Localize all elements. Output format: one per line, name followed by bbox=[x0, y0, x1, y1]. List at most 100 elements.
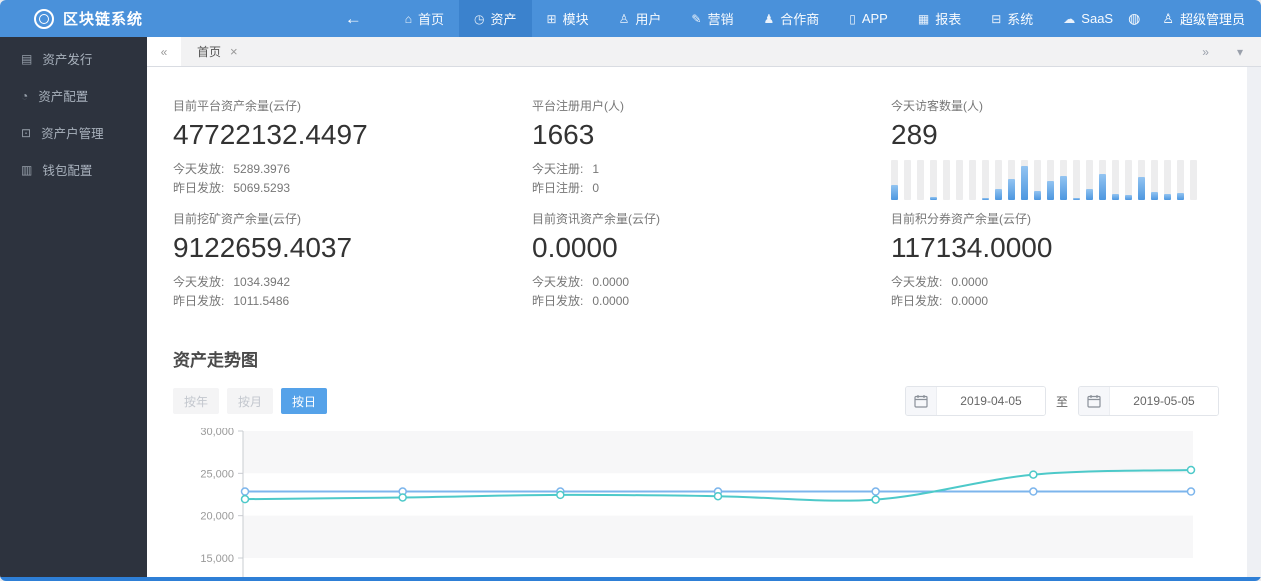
svg-text:25,000: 25,000 bbox=[200, 468, 234, 480]
visitor-bar bbox=[1021, 160, 1028, 200]
stat-card-visitors-today: 今天访客数量(人) 289 bbox=[891, 97, 1247, 210]
sidebar-item-asset-account[interactable]: ⊡ 资产户管理 bbox=[0, 114, 147, 151]
visitor-bar bbox=[1190, 160, 1197, 200]
sidebar-item-wallet-config[interactable]: ▥ 钱包配置 bbox=[0, 151, 147, 188]
stat-label: 平台注册用户(人) bbox=[532, 99, 624, 113]
visitor-bar bbox=[891, 160, 898, 200]
sidebar-item-asset-issue[interactable]: ▤ 资产发行 bbox=[0, 40, 147, 77]
window-icon: ⊟ bbox=[991, 11, 1002, 26]
nav-item-saas[interactable]: ☁ SaaS bbox=[1048, 0, 1128, 37]
top-nav: 区块链系统 ← ⌂ 首页 ◷ 资产 ⊞ 模块 ♙ 用户 ✎ 营销 ♟ 合作商 ▯ APP ▦ 报… bbox=[0, 0, 1261, 37]
asset-config-icon: ◔ bbox=[21, 88, 29, 103]
back-arrow-icon[interactable]: ← bbox=[345, 9, 362, 29]
visitor-bar bbox=[1151, 160, 1158, 200]
range-button-day[interactable]: 按日 bbox=[281, 388, 327, 414]
asset-issue-icon: ▤ bbox=[21, 51, 33, 66]
nav-item-label: APP bbox=[861, 11, 888, 26]
tab-bar-controls: » ▾ bbox=[1202, 45, 1261, 59]
svg-text:15,000: 15,000 bbox=[200, 553, 234, 565]
visitor-bar bbox=[917, 160, 924, 200]
app-title: 区块链系统 bbox=[63, 11, 144, 28]
nav-item-marketing[interactable]: ✎ 营销 bbox=[676, 0, 748, 37]
stat-value: 47722132.4497 bbox=[173, 119, 368, 150]
visitor-bar bbox=[1112, 160, 1119, 200]
people-icon: ♟ bbox=[763, 11, 775, 26]
stat-label: 目前挖矿资产余量(云仔) bbox=[173, 212, 301, 226]
calendar-icon[interactable] bbox=[905, 387, 937, 415]
app-logo-icon bbox=[34, 8, 54, 29]
visitor-bar bbox=[1047, 160, 1054, 200]
stat-card-registered-users: 平台注册用户(人) 1663 今天注册: 1 昨日注册: 0 bbox=[532, 97, 891, 210]
nav-item-label: 用户 bbox=[635, 12, 662, 27]
calendar-icon[interactable] bbox=[1079, 387, 1110, 415]
phone-icon: ▯ bbox=[849, 11, 856, 26]
date-to-group bbox=[1078, 386, 1219, 416]
stat-value: 0.0000 bbox=[532, 232, 618, 263]
stat-card-mining-balance: 目前挖矿资产余量(云仔) 9122659.4037 今天发放: 1034.3942… bbox=[173, 210, 532, 323]
visitor-bar bbox=[1060, 160, 1067, 200]
brand[interactable]: 区块链系统 bbox=[0, 8, 210, 29]
tab-label: 首页 bbox=[197, 45, 222, 59]
nav-item-users[interactable]: ♙ 用户 bbox=[604, 0, 677, 37]
trend-section-title: 资产走势图 bbox=[173, 351, 258, 370]
visitor-bar bbox=[1086, 160, 1093, 200]
tabs-menu-caret-icon[interactable]: ▾ bbox=[1237, 45, 1243, 59]
nav-item-label: 合作商 bbox=[780, 12, 820, 27]
user-menu[interactable]: ♙ 超级管理员 bbox=[1162, 9, 1245, 28]
visitor-bar bbox=[982, 160, 989, 200]
visitor-bar bbox=[1138, 160, 1145, 200]
top-nav-menu: ⌂ 首页 ◷ 资产 ⊞ 模块 ♙ 用户 ✎ 营销 ♟ 合作商 ▯ APP ▦ 报表 ⊟ 系统 ☁ S… bbox=[390, 0, 1128, 37]
stat-sub-row: 昨日注册: 0 bbox=[532, 181, 600, 195]
globe-icon[interactable]: ◍ bbox=[1128, 10, 1140, 27]
stat-value: 289 bbox=[891, 119, 938, 150]
visitor-bar bbox=[1099, 160, 1106, 200]
tabs-scroll-left-button[interactable]: « bbox=[147, 37, 181, 66]
nav-item-modules[interactable]: ⊞ 模块 bbox=[532, 0, 604, 37]
visitor-bar bbox=[1164, 160, 1171, 200]
svg-text:30,000: 30,000 bbox=[200, 428, 234, 438]
nav-item-reports[interactable]: ▦ 报表 bbox=[903, 0, 976, 37]
stat-label: 目前资讯资产余量(云仔) bbox=[532, 212, 660, 226]
scrollbar-track[interactable] bbox=[1247, 67, 1261, 577]
nav-item-label: 模块 bbox=[562, 12, 589, 27]
stat-sub-row: 昨日发放: 5069.5293 bbox=[173, 181, 291, 195]
date-range-picker: 至 bbox=[904, 386, 1219, 416]
tab-close-icon[interactable]: × bbox=[230, 44, 238, 59]
stat-sub-row: 今天发放: 5289.3976 bbox=[173, 162, 291, 176]
asset-account-icon: ⊡ bbox=[21, 125, 32, 140]
cloud-icon: ☁ bbox=[1063, 11, 1076, 26]
date-from-input[interactable] bbox=[936, 387, 1045, 415]
stat-value: 117134.0000 bbox=[891, 232, 1053, 263]
visitor-bar bbox=[1177, 160, 1184, 200]
range-button-year[interactable]: 按年 bbox=[173, 388, 219, 414]
bar-chart-icon: ▦ bbox=[917, 11, 930, 26]
tabs-scroll-right-button[interactable]: » bbox=[1202, 45, 1209, 59]
nav-item-assets[interactable]: ◷ 资产 bbox=[459, 0, 532, 37]
svg-text:20,000: 20,000 bbox=[200, 511, 234, 523]
home-icon: ⌂ bbox=[404, 11, 412, 26]
sidebar-item-asset-config[interactable]: ◔ 资产配置 bbox=[0, 77, 147, 114]
visitor-bar bbox=[943, 160, 950, 200]
tab-home[interactable]: 首页 × bbox=[181, 37, 254, 66]
visitor-mini-bar-chart bbox=[891, 160, 1247, 200]
stat-sub-row: 今天注册: 1 bbox=[532, 162, 600, 176]
tab-bar: « 首页 × » ▾ bbox=[147, 37, 1261, 67]
window-bottom-edge bbox=[0, 577, 1261, 581]
nav-item-app[interactable]: ▯ APP bbox=[834, 0, 903, 37]
nav-item-label: SaaS bbox=[1081, 11, 1114, 26]
stat-card-platform-balance: 目前平台资产余量(云仔) 47722132.4497 今天发放: 5289.397… bbox=[173, 97, 532, 210]
sidebar: ▤ 资产发行 ◔ 资产配置 ⊡ 资产户管理 ▥ 钱包配置 bbox=[0, 37, 147, 577]
visitor-bar bbox=[1073, 160, 1080, 200]
nav-item-home[interactable]: ⌂ 首页 bbox=[390, 0, 459, 37]
grid-icon: ⊞ bbox=[546, 11, 557, 26]
stat-sub-row: 今天发放: 0.0000 bbox=[891, 275, 989, 289]
stat-value: 1663 bbox=[532, 119, 595, 150]
nav-item-system[interactable]: ⊟ 系统 bbox=[976, 0, 1048, 37]
nav-item-partners[interactable]: ♟ 合作商 bbox=[748, 0, 834, 37]
wallet-icon: ▥ bbox=[21, 162, 33, 177]
visitor-bar bbox=[930, 160, 937, 200]
date-to-input[interactable] bbox=[1110, 387, 1218, 415]
trend-toolbar: 按年 按月 按日 至 bbox=[173, 386, 1219, 416]
range-button-month[interactable]: 按月 bbox=[227, 388, 273, 414]
stat-value: 9122659.4037 bbox=[173, 232, 353, 263]
